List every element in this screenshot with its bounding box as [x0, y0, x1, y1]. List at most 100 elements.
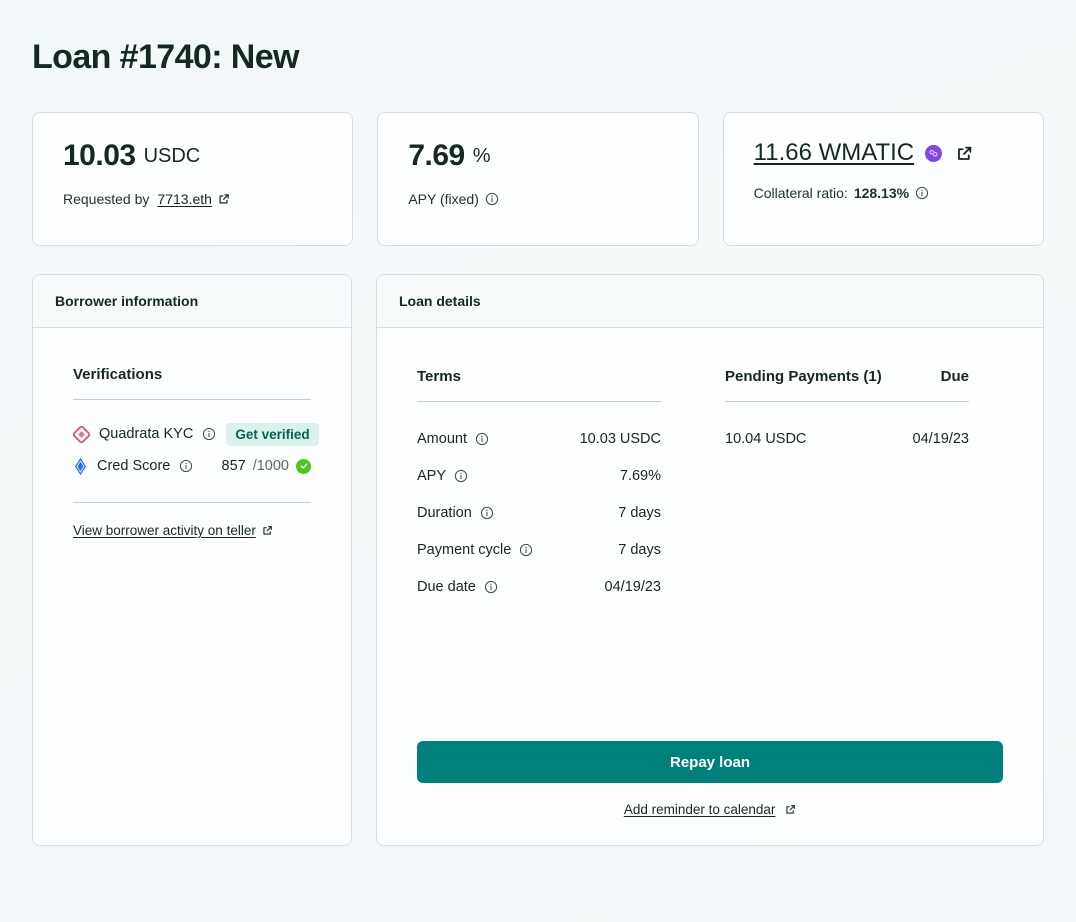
- borrower-information-panel: Borrower information Verifications Quadr…: [32, 274, 352, 846]
- verifications-bottom-divider: [73, 502, 311, 503]
- term-label-group: Duration: [417, 505, 494, 521]
- info-icon[interactable]: [480, 506, 494, 520]
- loan-details-panel-title: Loan details: [399, 293, 481, 309]
- quadrata-icon: [73, 425, 90, 443]
- term-label-group: Amount: [417, 431, 489, 447]
- info-icon[interactable]: [454, 469, 468, 483]
- terms-header: Terms: [417, 368, 661, 385]
- verification-label: Cred Score: [97, 458, 171, 474]
- loan-details-footer: Repay loan Add reminder to calendar: [417, 741, 1003, 845]
- payment-due-date: 04/19/23: [912, 430, 969, 447]
- verification-row-cred-score: Cred Score 857 /1000: [73, 450, 311, 482]
- verifications-list: Quadrata KYC Get verified Cred Score 857…: [73, 418, 319, 482]
- details-columns: Terms Amount 10.03 USDC APY 7.69% Durati…: [417, 366, 1003, 605]
- term-row: APY 7.69%: [417, 457, 661, 494]
- external-link-icon[interactable]: [956, 145, 973, 162]
- term-value: 7.69%: [619, 467, 661, 484]
- cred-score-icon: [73, 457, 88, 475]
- external-link-icon[interactable]: [218, 193, 230, 205]
- apy-unit: %: [472, 145, 491, 167]
- panel-row: Borrower information Verifications Quadr…: [32, 274, 1044, 846]
- amount-unit: USDC: [143, 145, 201, 167]
- verification-label: Quadrata KYC: [99, 426, 194, 442]
- pending-payments-title: Pending Payments (1): [725, 368, 882, 385]
- term-value: 10.03 USDC: [579, 430, 661, 447]
- loan-detail-page: Loan #1740: New 10.03 USDC Requested by …: [0, 0, 1076, 922]
- term-row: Payment cycle 7 days: [417, 531, 661, 568]
- borrower-panel-body: Verifications Quadrata KYC Get verified …: [33, 328, 351, 845]
- pending-payments-rows: 10.04 USDC 04/19/23: [725, 420, 969, 457]
- cred-score-value: 857: [221, 458, 246, 474]
- apy-value: 7.69: [408, 139, 465, 172]
- term-label: Payment cycle: [417, 541, 512, 558]
- term-label-group: Payment cycle: [417, 542, 533, 558]
- terms-rows: Amount 10.03 USDC APY 7.69% Duration 7 d…: [417, 420, 661, 605]
- info-icon[interactable]: [484, 580, 498, 594]
- terms-divider: [417, 401, 661, 402]
- loan-details-panel-header: Loan details: [377, 275, 1043, 328]
- terms-title: Terms: [417, 368, 461, 385]
- borrower-address-link[interactable]: 7713.eth: [157, 190, 212, 208]
- external-link-icon: [262, 525, 273, 536]
- pending-payments-due-header: Due: [940, 368, 969, 385]
- collateral-amount-link[interactable]: 11.66 WMATIC: [754, 141, 914, 165]
- info-icon[interactable]: [202, 427, 216, 441]
- apy-label: APY (fixed): [408, 191, 479, 207]
- stat-card-apy: 7.69 % APY (fixed): [377, 112, 699, 246]
- get-verified-button[interactable]: Get verified: [226, 422, 319, 446]
- collateral-ratio-value: 128.13%: [853, 185, 910, 201]
- term-label-group: Due date: [417, 579, 498, 595]
- page-title: Loan #1740: New: [32, 38, 299, 76]
- payment-row: 10.04 USDC 04/19/23: [725, 420, 969, 457]
- add-reminder-link-wrap: Add reminder to calendar: [417, 802, 1003, 817]
- info-icon[interactable]: [519, 543, 533, 557]
- term-value: 7 days: [618, 541, 661, 558]
- term-label: Duration: [417, 504, 472, 521]
- term-label: APY: [417, 467, 447, 484]
- info-icon[interactable]: [485, 192, 499, 206]
- term-row: Duration 7 days: [417, 494, 661, 531]
- verifications-divider: [73, 399, 311, 400]
- term-row: Amount 10.03 USDC: [417, 420, 661, 457]
- collateral-ratio-subtext: Collateral ratio: 128.13%: [754, 184, 1013, 202]
- add-reminder-to-calendar-link[interactable]: Add reminder to calendar: [624, 802, 776, 817]
- cred-score-max: /1000: [252, 458, 289, 474]
- stat-card-collateral: 11.66 WMATIC Collateral ratio: 128.13%: [722, 112, 1044, 246]
- term-label: Amount: [417, 430, 467, 447]
- requested-by-label: Requested by: [63, 191, 150, 207]
- apy-value-group: 7.69 %: [408, 141, 667, 171]
- loan-details-panel: Loan details Terms Amount 10.03 USDC APY…: [376, 274, 1044, 846]
- info-icon[interactable]: [915, 186, 929, 200]
- term-label-group: APY: [417, 468, 468, 484]
- term-value: 04/19/23: [604, 578, 661, 595]
- apy-subtext: APY (fixed): [408, 190, 667, 208]
- pending-payments-divider: [725, 401, 969, 402]
- term-label: Due date: [417, 578, 476, 595]
- polygon-icon[interactable]: [925, 144, 943, 162]
- payment-amount: 10.04 USDC: [725, 430, 807, 447]
- external-link-icon[interactable]: [785, 804, 796, 815]
- pending-payments-header: Pending Payments (1) Due: [725, 368, 969, 385]
- collateral-value-group: 11.66 WMATIC: [754, 141, 1013, 165]
- check-circle-icon: [296, 458, 311, 474]
- collateral-ratio-label: Collateral ratio:: [753, 185, 848, 201]
- info-icon[interactable]: [475, 432, 489, 446]
- loan-details-panel-body: Terms Amount 10.03 USDC APY 7.69% Durati…: [377, 328, 1043, 845]
- pending-payments-column: Pending Payments (1) Due 10.04 USDC 04/1…: [725, 368, 969, 605]
- term-value: 7 days: [618, 504, 661, 521]
- terms-column: Terms Amount 10.03 USDC APY 7.69% Durati…: [417, 368, 661, 605]
- amount-value-group: 10.03 USDC: [63, 141, 322, 171]
- amount-subtext: Requested by 7713.eth: [63, 190, 322, 208]
- term-row: Due date 04/19/23: [417, 568, 661, 605]
- view-borrower-activity-link[interactable]: View borrower activity on teller: [73, 523, 273, 538]
- info-icon[interactable]: [179, 459, 193, 473]
- cred-score-value-group: 857 /1000: [221, 458, 311, 474]
- view-borrower-activity-label: View borrower activity on teller: [73, 523, 256, 538]
- borrower-panel-title: Borrower information: [55, 293, 199, 309]
- stat-card-amount: 10.03 USDC Requested by 7713.eth: [32, 112, 354, 246]
- verifications-title: Verifications: [73, 366, 163, 383]
- verification-row-quadrata: Quadrata KYC Get verified: [73, 418, 319, 450]
- amount-value: 10.03: [63, 139, 136, 172]
- repay-loan-button[interactable]: Repay loan: [417, 741, 1003, 783]
- borrower-panel-header: Borrower information: [33, 275, 351, 328]
